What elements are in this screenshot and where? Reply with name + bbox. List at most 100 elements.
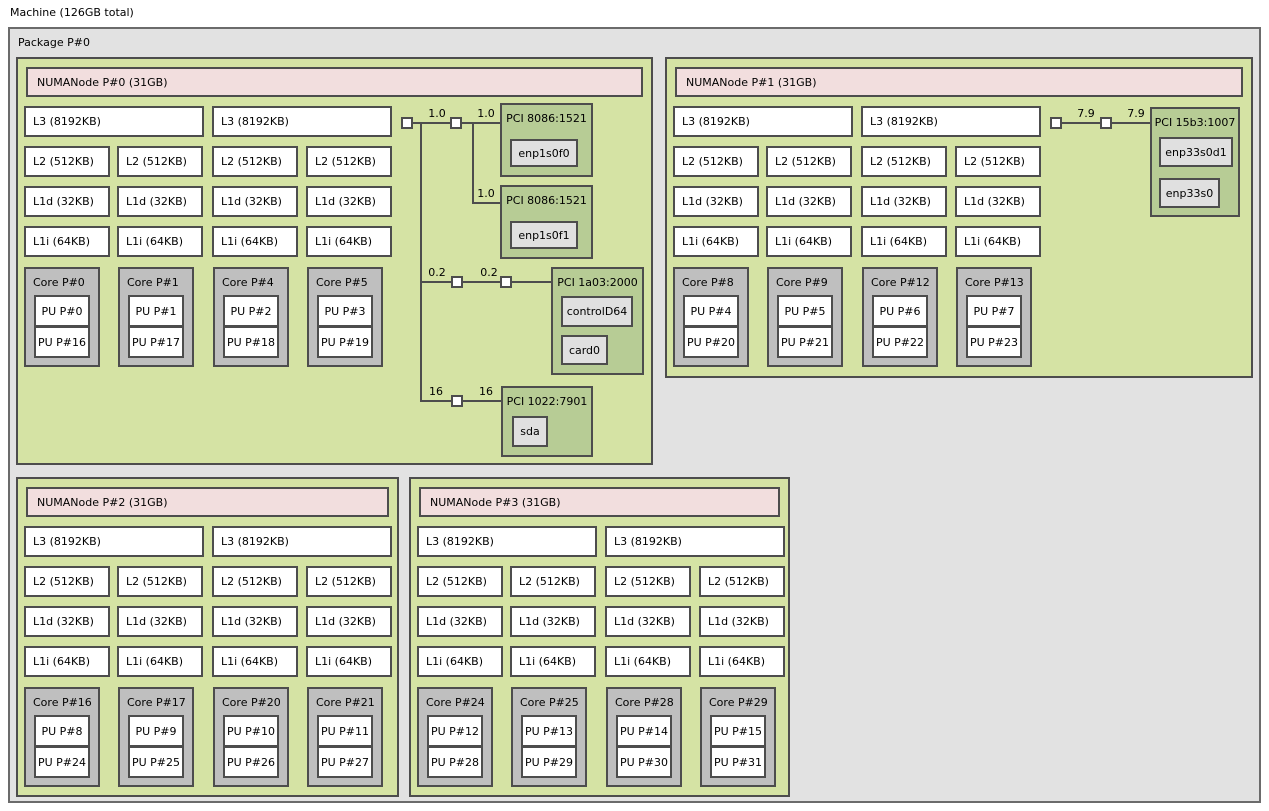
- core-label: Core P#24: [426, 696, 485, 709]
- os-device-enp1s0f0: enp1s0f0: [510, 139, 578, 167]
- l1i-cache: L1i (64KB): [306, 226, 392, 257]
- l1d-cache: L1d (32KB): [117, 186, 203, 217]
- l1d-cache: L1d (32KB): [24, 186, 110, 217]
- l3-cache: L3 (8192KB): [417, 526, 597, 557]
- pci-link-line: [420, 400, 451, 402]
- os-device-enp33s0: enp33s0: [1159, 178, 1220, 208]
- pci-device-box: PCI 8086:1521 enp1s0f0: [500, 103, 593, 177]
- core-label: Core P#16: [33, 696, 92, 709]
- topology-canvas: Machine (126GB total) Package P#0 NUMANo…: [0, 0, 1269, 811]
- l1i-cache: L1i (64KB): [417, 646, 503, 677]
- core-box: Core P#25 PU P#13 PU P#29: [511, 687, 587, 787]
- l2-cache: L2 (512KB): [699, 566, 785, 597]
- l2-cache: L2 (512KB): [766, 146, 852, 177]
- pu-box: PU P#29: [521, 746, 577, 778]
- numa-node-2: NUMANode P#2 (31GB) L3 (8192KB) L3 (8192…: [16, 477, 399, 797]
- core-label: Core P#5: [316, 276, 368, 289]
- link-speed-label: 0.2: [428, 266, 446, 279]
- pu-box: PU P#20: [683, 326, 739, 358]
- pci-device-box: PCI 1022:7901 sda: [501, 386, 593, 457]
- pu-box: PU P#18: [223, 326, 279, 358]
- core-box: Core P#21 PU P#11 PU P#27: [307, 687, 383, 787]
- pu-box: PU P#22: [872, 326, 928, 358]
- pci-device-box: PCI 15b3:1007 enp33s0d1 enp33s0: [1150, 107, 1240, 217]
- link-speed-label: 1.0: [477, 107, 495, 120]
- core-box: Core P#5 PU P#3 PU P#19: [307, 267, 383, 367]
- pu-box: PU P#9: [128, 715, 184, 747]
- pu-box: PU P#1: [128, 295, 184, 327]
- l3-cache: L3 (8192KB): [861, 106, 1041, 137]
- l1i-cache: L1i (64KB): [212, 646, 298, 677]
- pu-box: PU P#14: [616, 715, 672, 747]
- pci-link-line: [462, 122, 500, 124]
- pci-device-title: PCI 8086:1521: [506, 194, 587, 207]
- l3-cache: L3 (8192KB): [212, 106, 392, 137]
- pci-link-line: [420, 122, 422, 402]
- l2-cache: L2 (512KB): [117, 146, 203, 177]
- pu-box: PU P#4: [683, 295, 739, 327]
- l1i-cache: L1i (64KB): [673, 226, 759, 257]
- l2-cache: L2 (512KB): [306, 146, 392, 177]
- core-label: Core P#13: [965, 276, 1024, 289]
- l3-cache: L3 (8192KB): [212, 526, 392, 557]
- l2-cache: L2 (512KB): [417, 566, 503, 597]
- link-speed-label: 16: [429, 385, 443, 398]
- pci-link-line: [1062, 122, 1100, 124]
- pci-device-box: PCI 1a03:2000 controlD64 card0: [551, 267, 644, 375]
- pu-box: PU P#12: [427, 715, 483, 747]
- pci-link-line: [512, 281, 551, 283]
- core-label: Core P#8: [682, 276, 734, 289]
- l1d-cache: L1d (32KB): [306, 606, 392, 637]
- l1d-cache: L1d (32KB): [510, 606, 596, 637]
- l1d-cache: L1d (32KB): [766, 186, 852, 217]
- l1i-cache: L1i (64KB): [510, 646, 596, 677]
- os-device-enp33s0d1: enp33s0d1: [1159, 137, 1233, 167]
- l1i-cache: L1i (64KB): [24, 226, 110, 257]
- core-box: Core P#28 PU P#14 PU P#30: [606, 687, 682, 787]
- pu-box: PU P#24: [34, 746, 90, 778]
- l1d-cache: L1d (32KB): [861, 186, 947, 217]
- l1d-cache: L1d (32KB): [699, 606, 785, 637]
- l1i-cache: L1i (64KB): [605, 646, 691, 677]
- os-device-controlD64: controlD64: [561, 296, 633, 327]
- pci-bridge: [1100, 117, 1112, 129]
- l2-cache: L2 (512KB): [24, 566, 110, 597]
- l1i-cache: L1i (64KB): [955, 226, 1041, 257]
- core-box: Core P#9 PU P#5 PU P#21: [767, 267, 843, 367]
- l2-cache: L2 (512KB): [212, 146, 298, 177]
- l3-cache: L3 (8192KB): [673, 106, 853, 137]
- l2-cache: L2 (512KB): [117, 566, 203, 597]
- l1d-cache: L1d (32KB): [417, 606, 503, 637]
- link-speed-label: 7.9: [1077, 107, 1095, 120]
- l1d-cache: L1d (32KB): [673, 186, 759, 217]
- pci-host-bridge: [401, 117, 413, 129]
- pu-box: PU P#13: [521, 715, 577, 747]
- pu-box: PU P#28: [427, 746, 483, 778]
- pci-link-line: [463, 400, 501, 402]
- l1i-cache: L1i (64KB): [861, 226, 947, 257]
- l2-cache: L2 (512KB): [306, 566, 392, 597]
- pu-box: PU P#2: [223, 295, 279, 327]
- core-label: Core P#9: [776, 276, 828, 289]
- numa-node-3: NUMANode P#3 (31GB) L3 (8192KB) L3 (8192…: [409, 477, 790, 797]
- l1d-cache: L1d (32KB): [605, 606, 691, 637]
- pci-link-line: [412, 122, 450, 124]
- l2-cache: L2 (512KB): [955, 146, 1041, 177]
- pu-box: PU P#15: [710, 715, 766, 747]
- link-speed-label: 16: [479, 385, 493, 398]
- numa-node-0-label: NUMANode P#0 (31GB): [26, 67, 643, 97]
- pci-link-line: [420, 281, 451, 283]
- core-box: Core P#13 PU P#7 PU P#23: [956, 267, 1032, 367]
- numa-node-2-label: NUMANode P#2 (31GB): [26, 487, 389, 517]
- pu-box: PU P#30: [616, 746, 672, 778]
- core-box: Core P#29 PU P#15 PU P#31: [700, 687, 776, 787]
- pci-link-line: [1112, 122, 1150, 124]
- l1d-cache: L1d (32KB): [306, 186, 392, 217]
- l1i-cache: L1i (64KB): [766, 226, 852, 257]
- pci-bridge: [451, 395, 463, 407]
- core-box: Core P#1 PU P#1 PU P#17: [118, 267, 194, 367]
- os-device-sda: sda: [512, 416, 548, 447]
- pci-device-title: PCI 1022:7901: [506, 395, 588, 408]
- l1d-cache: L1d (32KB): [24, 606, 110, 637]
- link-speed-label: 0.2: [480, 266, 498, 279]
